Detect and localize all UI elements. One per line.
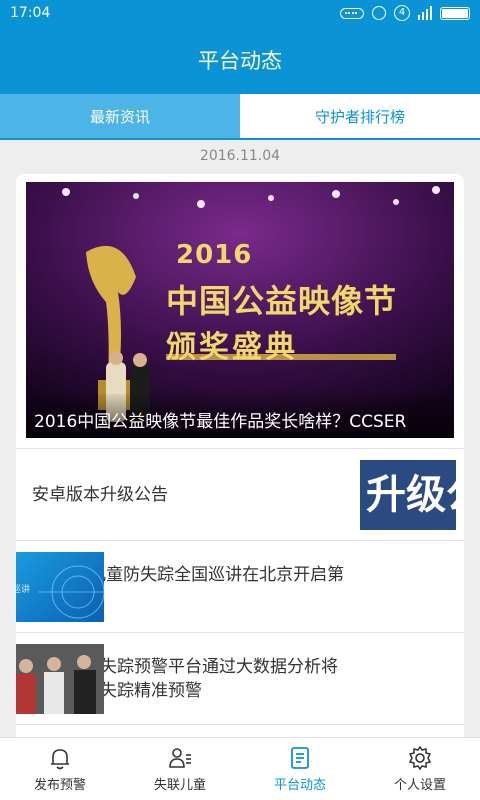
gear-icon xyxy=(407,745,433,771)
tab-guardian-ranking-label: 守护者排行榜 xyxy=(314,107,405,126)
bottom-nav: 发布预警 失联儿童 平台动态 个人设置 xyxy=(0,737,480,800)
alarm-icon xyxy=(372,6,386,20)
hero-image-subtitle: 颁奖盛典 xyxy=(166,330,298,365)
nav-publish-alert-label: 发布预警 xyxy=(33,778,86,793)
nav-publish-alert[interactable]: 发布预警 xyxy=(0,738,120,800)
news-item-thumbnail-text: 巡讲 xyxy=(16,585,31,595)
news-item-thumbnail: 巡讲 xyxy=(16,552,104,622)
child-list-icon xyxy=(167,745,193,771)
nav-personal-settings[interactable]: 个人设置 xyxy=(360,738,480,800)
hero-news-item[interactable]: 2016 中国公益映像节 颁奖盛典 2016中国公益映像节最佳作品奖长啥样？CC… xyxy=(26,182,454,438)
document-icon xyxy=(287,745,313,771)
nav-missing-children-label: 失联儿童 xyxy=(153,778,206,793)
tab-latest-news-label: 最新资讯 xyxy=(89,107,150,126)
tab-latest-news[interactable]: 最新资讯 xyxy=(0,94,240,138)
news-item-title: 安卓版本升级公告 xyxy=(32,485,168,505)
nav-platform-news[interactable]: 平台动态 xyxy=(240,738,360,800)
news-item-thumbnail xyxy=(16,644,104,714)
nav-platform-news-label: 平台动态 xyxy=(273,778,326,793)
status-bar: 17:04 4 xyxy=(0,0,480,26)
hero-image-title: 中国公益映像节 xyxy=(166,282,398,320)
hero-caption: 2016中国公益映像节最佳作品奖长啥样？CCSER xyxy=(34,412,407,432)
page-title: 平台动态 xyxy=(198,49,282,73)
notification-count: 4 xyxy=(394,5,410,21)
message-pill-icon xyxy=(340,7,364,19)
nav-personal-settings-label: 个人设置 xyxy=(393,778,446,793)
news-item-thumbnail-text: 升级公 xyxy=(366,472,456,518)
hero-image-year: 2016 xyxy=(176,240,253,270)
bell-icon xyxy=(47,745,73,771)
nav-missing-children[interactable]: 失联儿童 xyxy=(120,738,240,800)
status-icons: 4 xyxy=(340,5,470,21)
status-time: 17:04 xyxy=(10,5,51,21)
app-header: 平台动态 xyxy=(0,26,480,94)
tab-bar: 最新资讯 守护者排行榜 xyxy=(0,94,480,140)
news-card: 2016 中国公益映像节 颁奖盛典 2016中国公益映像节最佳作品奖长啥样？CC… xyxy=(16,174,464,740)
tab-guardian-ranking[interactable]: 守护者排行榜 xyxy=(240,94,480,138)
news-item-big-data[interactable]: 中国儿童失踪预警平台通过大数据分析将实现儿童失踪精准预警 xyxy=(16,632,464,724)
news-item-ccser-tour[interactable]: CCSER儿童防失踪全国巡讲在北京开启第一站 巡讲 xyxy=(16,540,464,632)
battery-icon xyxy=(440,6,470,20)
news-item-android-update[interactable]: 安卓版本升级公告 升级公 xyxy=(16,448,464,540)
thumbnail-photo xyxy=(16,644,104,714)
feed-date: 2016.11.04 xyxy=(199,148,281,164)
signal-icon xyxy=(418,6,432,20)
news-item-thumbnail: 升级公 xyxy=(360,460,456,530)
